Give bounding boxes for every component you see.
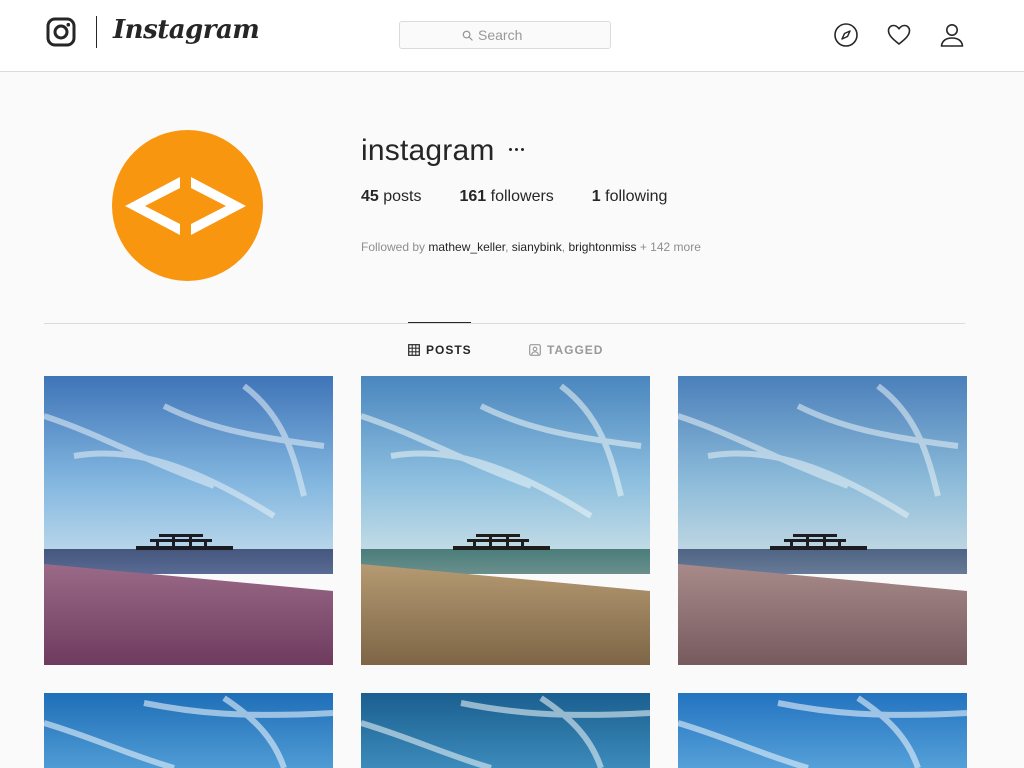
sky-photo [678, 693, 967, 768]
tab-posts-label: POSTS [426, 343, 472, 357]
profile-avatar[interactable] [112, 130, 263, 281]
search-input[interactable] [478, 27, 548, 43]
followers-count-value: 161 [459, 188, 487, 205]
followed-by-prefix: Followed by [361, 240, 426, 254]
tagged-icon [529, 344, 541, 356]
search-box[interactable] [399, 21, 611, 49]
tabs-divider [44, 323, 965, 324]
followed-by-more[interactable]: + 142 more [640, 240, 701, 254]
sky-photo [361, 693, 650, 768]
pier-photo [361, 376, 650, 665]
follower-account-link[interactable]: sianybink [512, 240, 562, 254]
more-dot [509, 148, 512, 151]
more-dot [515, 148, 518, 151]
followers-count-label: followers [490, 188, 554, 205]
profile-username: instagram [361, 134, 495, 167]
user-icon[interactable] [939, 22, 965, 48]
following-count-value: 1 [591, 188, 601, 205]
tab-tagged[interactable]: TAGGED [529, 343, 603, 357]
tab-posts[interactable]: POSTS [408, 343, 472, 357]
posts-count-label: posts [383, 188, 422, 205]
post-thumbnail[interactable] [44, 376, 333, 665]
follower-account-link[interactable]: mathew_keller [428, 240, 505, 254]
followed-by-line: Followed by mathew_keller, sianybink, br… [361, 240, 701, 254]
code-brackets-icon [125, 177, 246, 235]
pier-photo [678, 376, 967, 665]
followers-link[interactable]: 161 followers [460, 188, 554, 206]
grid-icon [408, 344, 420, 356]
top-navigation-bar: Instagram [0, 0, 1024, 72]
heart-icon[interactable] [886, 22, 912, 48]
tab-tagged-label: TAGGED [547, 343, 604, 357]
more-options-button[interactable] [506, 138, 528, 160]
profile-stats: 45 posts 161 followers 1 following [361, 188, 705, 206]
follower-account-link[interactable]: brightonmiss [568, 240, 636, 254]
compass-icon[interactable] [833, 22, 859, 48]
posts-count[interactable]: 45 posts [361, 188, 422, 206]
brand-wordmark[interactable]: Instagram [113, 15, 260, 45]
post-thumbnail[interactable] [361, 693, 650, 768]
post-thumbnail[interactable] [678, 376, 967, 665]
instagram-logo-icon[interactable] [46, 17, 76, 47]
logo-divider [96, 16, 97, 48]
pier-photo [44, 376, 333, 665]
posts-count-value: 45 [361, 188, 379, 205]
sky-photo [44, 693, 333, 768]
post-thumbnail[interactable] [678, 693, 967, 768]
following-link[interactable]: 1 following [592, 188, 668, 206]
post-thumbnail[interactable] [361, 376, 650, 665]
more-dot [521, 148, 524, 151]
following-count-label: following [605, 188, 668, 205]
post-thumbnail[interactable] [44, 693, 333, 768]
active-tab-indicator [408, 322, 471, 323]
search-icon [462, 30, 473, 41]
